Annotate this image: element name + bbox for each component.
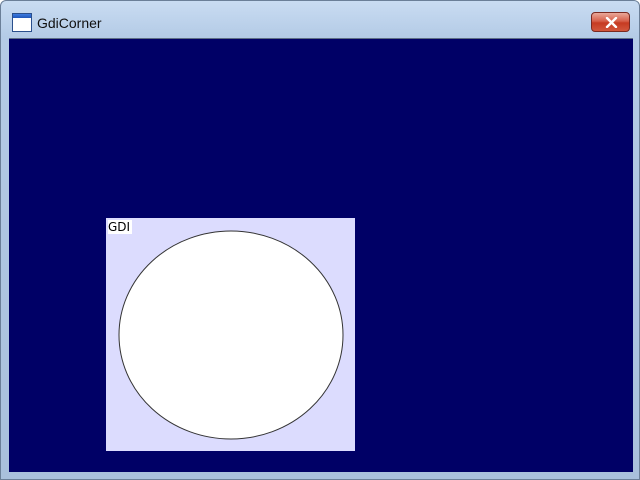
gdi-label: GDI	[108, 220, 133, 234]
client-area: GDI	[9, 38, 633, 472]
close-button[interactable]	[591, 12, 630, 32]
app-window: GdiCorner GDI	[0, 0, 640, 480]
window-title: GdiCorner	[37, 15, 102, 31]
close-x-icon	[605, 17, 618, 28]
gdi-panel: GDI	[106, 218, 355, 451]
gdi-canvas	[118, 230, 344, 440]
gdi-circle	[118, 230, 344, 440]
title-bar[interactable]: GdiCorner	[1, 1, 639, 37]
window-icon[interactable]	[12, 13, 32, 32]
